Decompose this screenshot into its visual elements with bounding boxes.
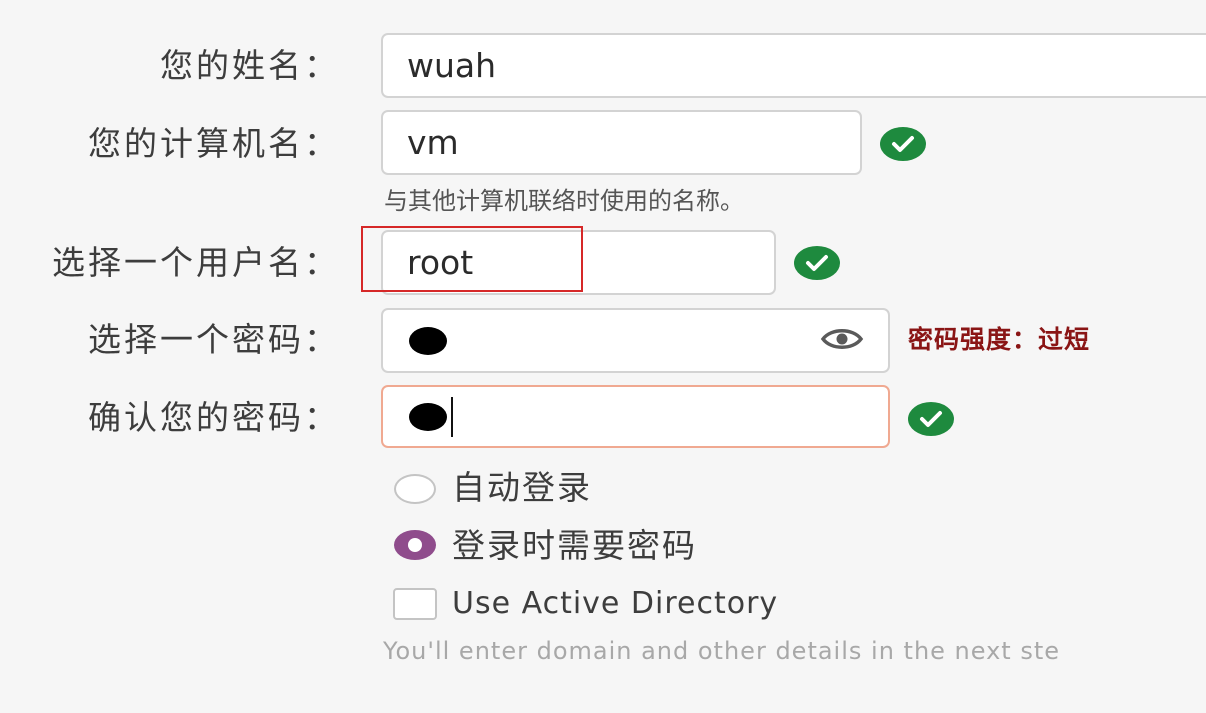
name-label: 您的姓名：	[160, 46, 340, 85]
name-input[interactable]: wuah	[381, 33, 1206, 98]
username-label: 选择一个用户名：	[52, 243, 340, 282]
computer-name-hint: 与其他计算机联络时使用的名称。	[384, 187, 744, 215]
computer-name-input[interactable]: vm	[381, 110, 862, 175]
radio-require-password[interactable]	[394, 530, 436, 560]
require-password-label[interactable]: 登录时需要密码	[452, 526, 697, 566]
password-strength-text: 密码强度：过短	[908, 325, 1091, 354]
confirm-password-label: 确认您的密码：	[88, 398, 340, 437]
name-input-value: wuah	[407, 45, 497, 85]
computer-name-valid-check-icon	[880, 127, 926, 161]
confirm-password-input[interactable]	[381, 385, 890, 448]
confirm-password-valid-check-icon	[908, 402, 954, 436]
auto-login-label[interactable]: 自动登录	[452, 468, 592, 508]
computer-name-input-value: vm	[407, 122, 459, 162]
username-annotation-box	[361, 226, 583, 292]
eye-icon[interactable]	[819, 322, 865, 356]
active-directory-hint: You'll enter domain and other details in…	[383, 637, 1061, 665]
active-directory-checkbox[interactable]	[393, 588, 437, 620]
radio-selected-dot	[408, 538, 422, 552]
user-setup-form: 您的姓名： wuah 您的计算机名： vm 与其他计算机联络时使用的名称。 选择…	[0, 0, 1206, 713]
password-label: 选择一个密码：	[88, 320, 340, 359]
password-mask-dot	[409, 327, 447, 355]
password-input[interactable]	[381, 308, 890, 373]
active-directory-label[interactable]: Use Active Directory	[452, 584, 778, 624]
confirm-password-mask-dot	[409, 403, 447, 431]
radio-auto-login[interactable]	[394, 474, 436, 504]
text-caret	[451, 397, 453, 437]
username-valid-check-icon	[794, 246, 840, 280]
computer-name-label: 您的计算机名：	[88, 124, 340, 163]
